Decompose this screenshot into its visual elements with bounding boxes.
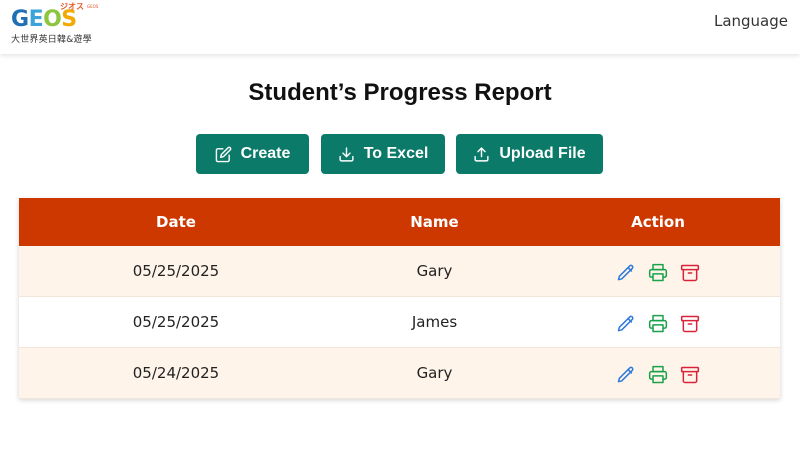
upload-file-button[interactable]: Upload File bbox=[456, 134, 603, 174]
action-cell bbox=[536, 246, 780, 296]
printer-icon[interactable] bbox=[647, 313, 669, 335]
logo-subtitle: 大世界英日韓&遊學 bbox=[11, 35, 92, 45]
table-row: 05/24/2025 Gary bbox=[19, 348, 780, 399]
create-button-label: Create bbox=[240, 145, 291, 162]
column-header-action: Action bbox=[631, 213, 685, 231]
archive-icon[interactable] bbox=[679, 313, 701, 335]
action-cell bbox=[536, 297, 780, 347]
logo-superscript-small: GEOS bbox=[87, 4, 99, 9]
export-excel-label: To Excel bbox=[363, 145, 429, 162]
date-cell: 05/24/2025 bbox=[132, 364, 220, 382]
archive-icon[interactable] bbox=[679, 262, 701, 284]
logo-wordmark: GEOS bbox=[11, 7, 77, 32]
column-header-date: Date bbox=[156, 213, 196, 231]
export-excel-button[interactable]: To Excel bbox=[321, 134, 445, 174]
printer-icon[interactable] bbox=[647, 262, 669, 284]
pencil-icon[interactable] bbox=[615, 364, 637, 386]
table-header: Date Name Action bbox=[19, 198, 780, 246]
name-cell: Gary bbox=[416, 262, 453, 280]
geos-logo[interactable]: ジオス GEOS GEOS 大世界英日韓&遊學 bbox=[11, 2, 99, 45]
pencil-icon[interactable] bbox=[615, 262, 637, 284]
action-cell bbox=[536, 348, 780, 398]
top-header: ジオス GEOS GEOS 大世界英日韓&遊學 Language bbox=[0, 0, 800, 54]
create-button[interactable]: Create bbox=[196, 134, 309, 174]
edit-square-icon bbox=[215, 146, 231, 162]
table-row: 05/25/2025 James bbox=[19, 297, 780, 348]
upload-icon bbox=[474, 146, 489, 162]
upload-file-label: Upload File bbox=[499, 145, 586, 162]
archive-icon[interactable] bbox=[679, 364, 701, 386]
column-header-name: Name bbox=[410, 213, 459, 231]
download-icon bbox=[339, 146, 354, 162]
name-cell: James bbox=[411, 313, 458, 331]
name-cell: Gary bbox=[416, 364, 453, 382]
date-cell: 05/25/2025 bbox=[132, 262, 220, 280]
printer-icon[interactable] bbox=[647, 364, 669, 386]
progress-report-table: Date Name Action 05/25/2025 Gary 05/25/2… bbox=[19, 198, 780, 399]
page-title: Student’s Progress Report bbox=[248, 79, 552, 106]
date-cell: 05/25/2025 bbox=[132, 313, 220, 331]
language-menu[interactable]: Language bbox=[714, 12, 788, 30]
table-row: 05/25/2025 Gary bbox=[19, 246, 780, 297]
pencil-icon[interactable] bbox=[615, 313, 637, 335]
